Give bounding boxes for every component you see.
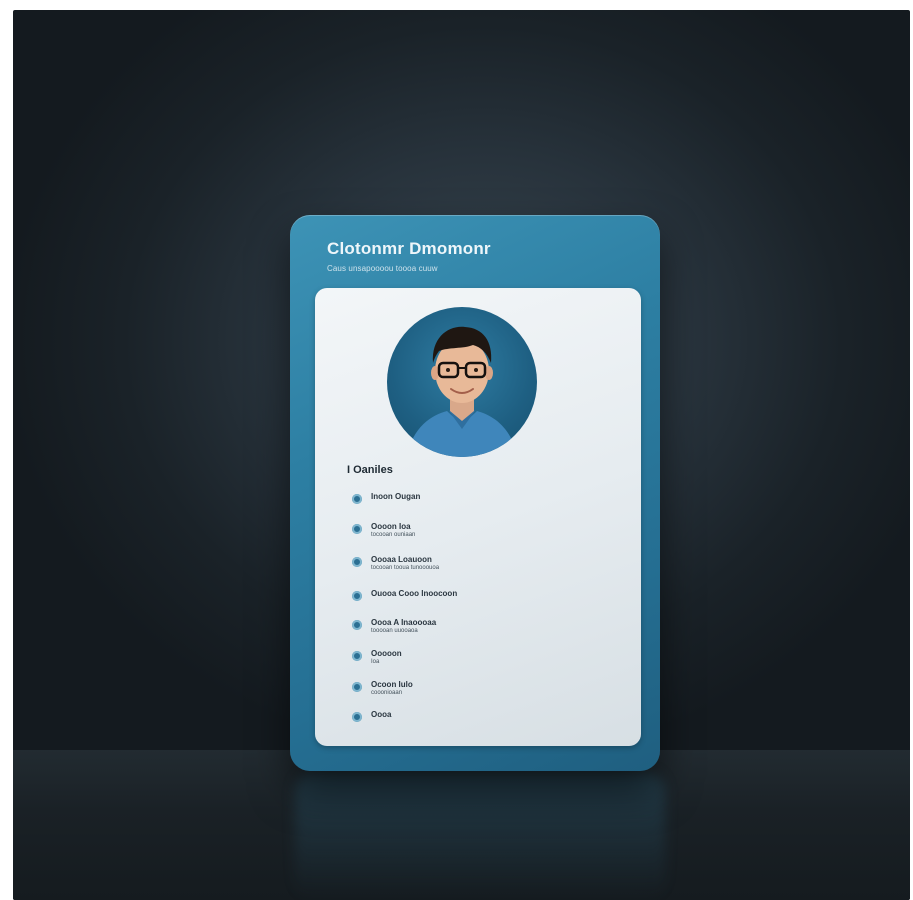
item-detail: tooooan uuooaoa bbox=[371, 628, 418, 634]
card-title: Clotonmr Dmomonr bbox=[327, 239, 491, 258]
item-title: Ooooon bbox=[371, 649, 402, 658]
list-item: Oooaa Loauoon tocooan tooua tunooouoa bbox=[352, 555, 532, 573]
card-reflection bbox=[295, 772, 665, 900]
list-item: Ouooa Cooo Inoocoon bbox=[352, 589, 532, 601]
bullet-icon bbox=[352, 712, 362, 722]
list-item: Oooon Ioa tocooan ouniaan bbox=[352, 522, 532, 540]
item-title: Oooon Ioa bbox=[371, 522, 411, 531]
list-item: Ooooon Ioa bbox=[352, 649, 532, 667]
bullet-icon bbox=[352, 494, 362, 504]
profile-photo bbox=[387, 307, 537, 457]
bullet-icon bbox=[352, 620, 362, 630]
item-title: Ocoon Iulo bbox=[371, 680, 413, 689]
scene-background: Clotonmr Dmomonr Caus unsapoooou toooa c… bbox=[13, 10, 910, 900]
item-detail: Ioa bbox=[371, 659, 380, 665]
item-title: Oooa A Inaoooaa bbox=[371, 618, 437, 627]
person-portrait-icon bbox=[407, 326, 517, 457]
item-title: Inoon Ougan bbox=[371, 492, 421, 501]
list-item: Oooa bbox=[352, 710, 532, 722]
list-item: Oooa A Inaoooaa tooooan uuooaoa bbox=[352, 618, 532, 636]
bullet-icon bbox=[352, 651, 362, 661]
bullet-icon bbox=[352, 557, 362, 567]
section-heading: I Oaniles bbox=[347, 464, 393, 476]
item-detail: tocooan ouniaan bbox=[371, 532, 416, 538]
bullet-icon bbox=[352, 682, 362, 692]
profile-panel: I Oaniles Inoon Ougan Oooon Ioa tocooan … bbox=[315, 288, 641, 746]
item-title: Oooa bbox=[371, 710, 392, 719]
item-title: Oooaa Loauoon bbox=[371, 555, 432, 564]
item-detail: tocooan tooua tunooouoa bbox=[371, 565, 440, 571]
profile-card: Clotonmr Dmomonr Caus unsapoooou toooa c… bbox=[290, 215, 660, 771]
bullet-icon bbox=[352, 591, 362, 601]
item-title: Ouooa Cooo Inoocoon bbox=[371, 589, 458, 598]
card-subtitle: Caus unsapoooou toooa cuuw bbox=[327, 264, 438, 273]
list-item: Ocoon Iulo cooonioaan bbox=[352, 680, 532, 698]
bullet-icon bbox=[352, 524, 362, 534]
item-detail: cooonioaan bbox=[371, 690, 403, 696]
list-item: Inoon Ougan bbox=[352, 492, 532, 504]
